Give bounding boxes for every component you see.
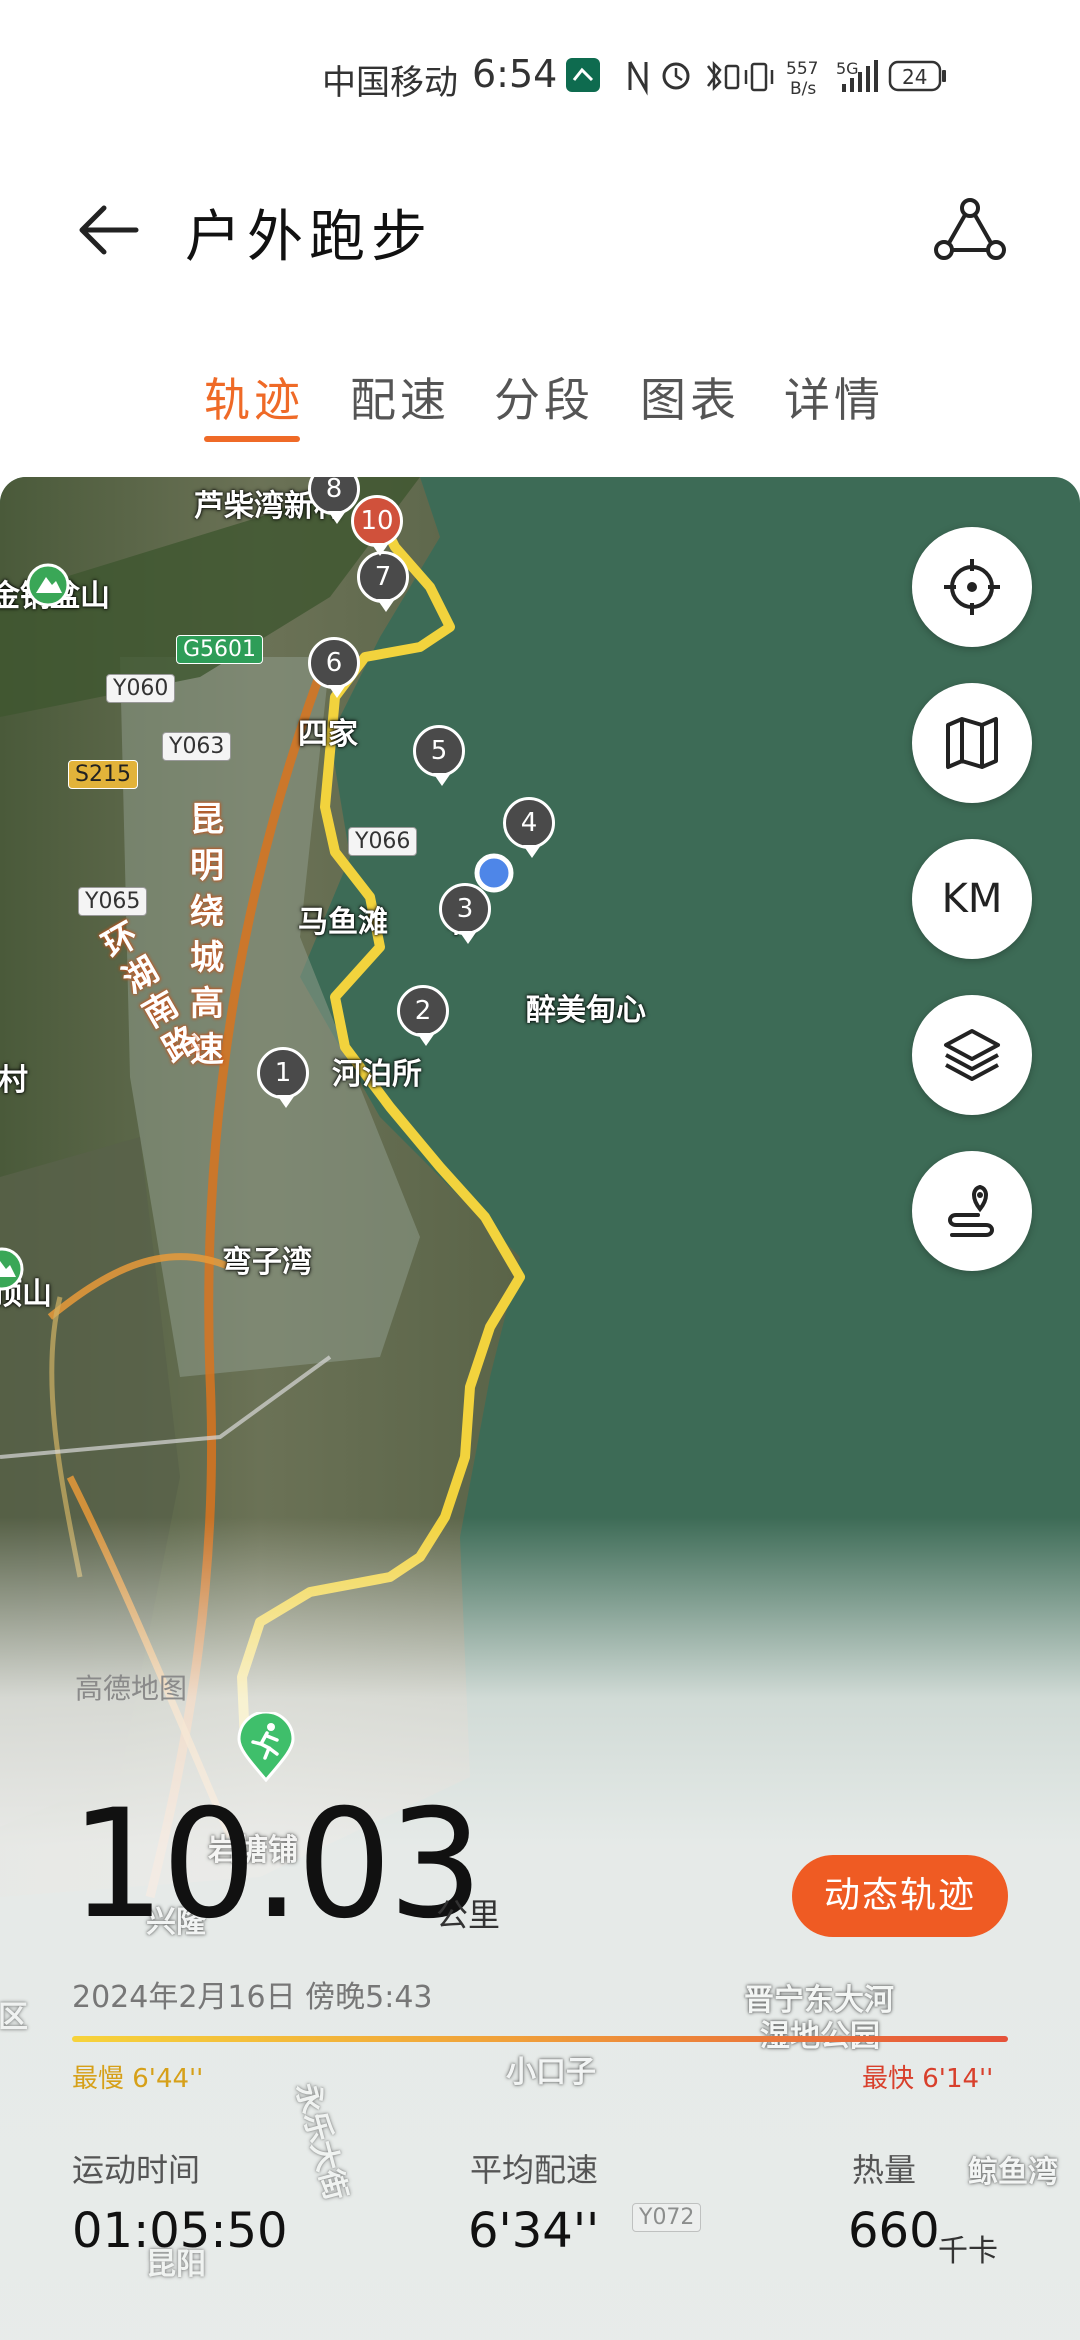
stat-label-avg-pace: 平均配速 — [470, 2151, 599, 2189]
km-toggle-button[interactable]: KM — [912, 839, 1032, 959]
carrier-name: 中国移动 — [322, 63, 458, 103]
tab-track[interactable]: 轨迹 — [204, 364, 304, 430]
signal-icon — [842, 84, 846, 92]
stat-label-calories: 热量 — [852, 2151, 917, 2189]
place-label: 河泊所 — [332, 1057, 422, 1092]
road-badge: Y072 — [632, 2203, 702, 2232]
status-clock: 6:54 — [472, 52, 558, 96]
tab-bar: 轨迹 配速 分段 图表 详情 — [0, 356, 1080, 446]
tab-charts[interactable]: 图表 — [640, 364, 740, 430]
road-badge: Y066 — [348, 827, 418, 856]
place-label: 湿地公园 — [760, 2011, 880, 2055]
layers-icon — [944, 1029, 1000, 1081]
map-provider-credit: 高德地图 — [75, 1672, 188, 1705]
route-button[interactable] — [912, 1151, 1032, 1271]
place-label: 四家 — [298, 717, 358, 752]
app-header: 户外跑步 — [0, 180, 1080, 300]
slowest-pace: 最慢 6'44'' — [72, 2064, 204, 2094]
layers-button[interactable] — [912, 995, 1032, 1115]
road-badge: Y065 — [78, 887, 148, 916]
stat-unit-calories: 千卡 — [938, 2234, 998, 2269]
svg-text:5G: 5G — [836, 59, 859, 78]
place-label: 鲸鱼湾 — [968, 2155, 1058, 2190]
road-badge: S215 — [68, 760, 138, 789]
status-icons: 557 B/s 5G 24 — [566, 58, 946, 99]
km-marker[interactable]: 6 — [308, 637, 360, 699]
stat-value-duration: 01:05:50 — [72, 2203, 288, 2259]
tab-splits[interactable]: 分段 — [494, 364, 594, 430]
workout-date: 2024年2月16日 傍晚5:43 — [72, 1980, 433, 2015]
map-style-icon — [946, 717, 998, 769]
map-style-button[interactable] — [912, 683, 1032, 803]
svg-text:24: 24 — [902, 65, 927, 89]
stat-value-avg-pace: 6'34'' — [468, 2203, 600, 2259]
km-marker[interactable]: 2 — [397, 985, 449, 1047]
km-marker[interactable]: 1 — [257, 1047, 309, 1109]
place-label: 村 — [0, 1063, 28, 1098]
total-distance: 10.03 — [70, 1778, 483, 1952]
mountain-poi-icon — [26, 563, 70, 607]
vibrate-icon — [724, 64, 740, 90]
place-label: 弯子湾 — [222, 1245, 312, 1280]
km-marker-final[interactable]: 10 — [351, 495, 403, 557]
locate-button[interactable] — [912, 527, 1032, 647]
start-runner-icon — [237, 1712, 295, 1782]
back-arrow-icon[interactable] — [70, 190, 150, 270]
km-marker[interactable]: 7 — [357, 551, 409, 613]
km-marker[interactable]: 5 — [413, 725, 465, 787]
pace-gradient-bar — [72, 2036, 1008, 2042]
page-title: 户外跑步 — [185, 205, 433, 270]
dynamic-track-button[interactable]: 动态轨迹 — [792, 1855, 1008, 1937]
place-label: 醉美甸心 — [526, 993, 646, 1028]
stat-value-calories: 660 — [848, 2203, 940, 2259]
bluetooth-icon — [707, 60, 722, 92]
stat-label-duration: 运动时间 — [72, 2151, 201, 2189]
route-icon — [948, 1184, 994, 1237]
tab-pace[interactable]: 配速 — [350, 364, 450, 430]
app-notification-icon — [566, 58, 600, 92]
svg-text:557: 557 — [786, 59, 818, 79]
active-tab-indicator — [204, 436, 300, 442]
fastest-pace: 最快 6'14'' — [862, 2064, 994, 2094]
place-label: 马鱼滩 — [298, 905, 388, 940]
road-badge: Y060 — [106, 674, 176, 703]
km-marker[interactable]: 3 — [439, 883, 491, 945]
share-icon[interactable] — [930, 190, 1010, 270]
km-marker[interactable]: 4 — [503, 797, 555, 859]
nfc-icon — [628, 61, 648, 96]
road-badge: Y063 — [162, 732, 232, 761]
locate-icon — [944, 559, 1000, 615]
distance-unit: 公里 — [436, 1896, 501, 1934]
place-label: 区 — [0, 2000, 28, 2035]
place-label: 小口子 — [506, 2055, 596, 2090]
tab-details[interactable]: 详情 — [784, 364, 884, 430]
road-badge: G5601 — [176, 635, 264, 664]
svg-text:B/s: B/s — [790, 79, 816, 99]
mountain-poi-icon — [0, 1247, 24, 1291]
status-bar: 中国移动 6:54 557 B/s 5G 24 — [0, 0, 1080, 150]
